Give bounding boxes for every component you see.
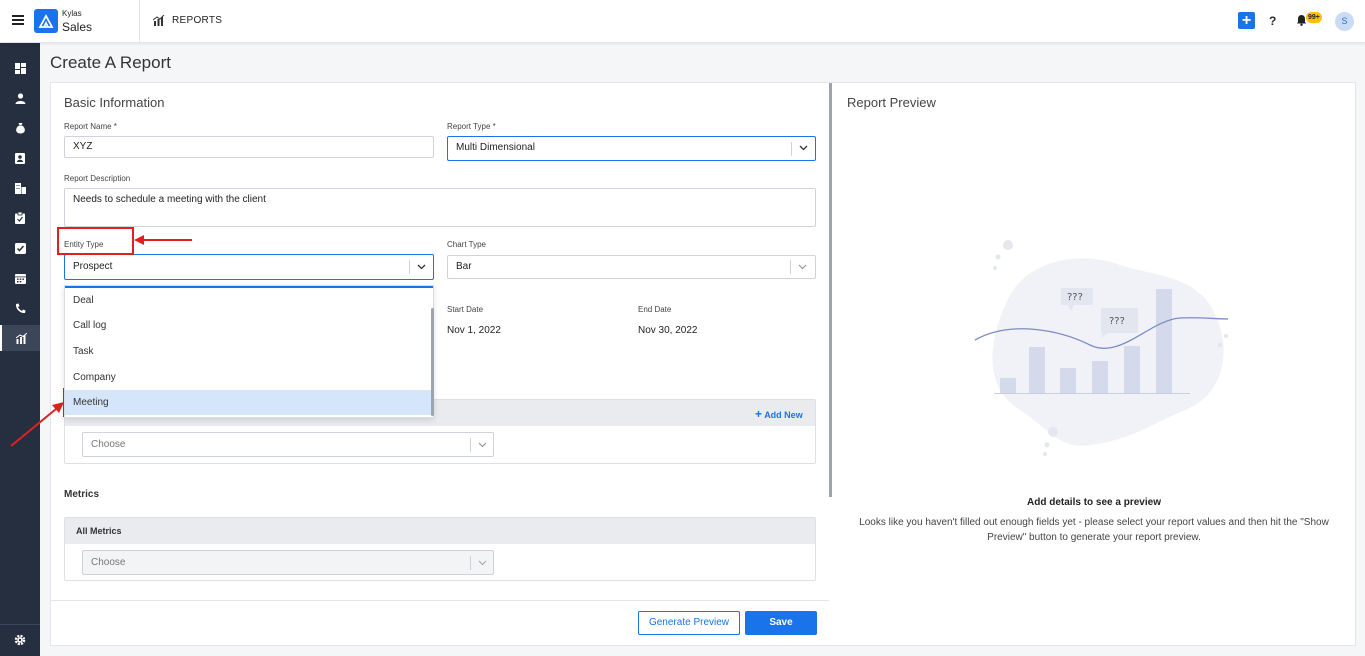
start-date-value[interactable]: Nov 1, 2022 — [447, 325, 501, 336]
brand-main: Sales — [62, 20, 93, 34]
add-new-label: Add New — [764, 410, 803, 420]
dropdown-option-company[interactable]: Company — [65, 365, 431, 390]
metrics-title: Metrics — [64, 489, 100, 500]
checkbox-icon — [14, 242, 26, 254]
dimension-select-placeholder: Choose — [91, 439, 126, 450]
plus-icon: + — [755, 407, 763, 421]
report-type-label: Report Type * — [447, 122, 496, 131]
all-metrics-title: All Metrics — [76, 526, 122, 536]
kylas-logo — [34, 9, 58, 33]
sidebar-item-calls[interactable] — [0, 295, 40, 321]
chevron-down-icon — [799, 145, 808, 151]
quick-add-button[interactable]: + — [1238, 12, 1255, 29]
dropdown-option-call-log[interactable]: Call log — [65, 313, 431, 338]
gear-icon — [14, 634, 26, 646]
select-separator — [470, 438, 471, 452]
sidebar-item-tasks[interactable] — [0, 235, 40, 261]
dashboard-icon — [14, 62, 26, 74]
report-description-label: Report Description — [64, 174, 131, 183]
chevron-down-icon — [417, 264, 426, 270]
chevron-down-icon — [478, 560, 487, 566]
sidebar-separator — [0, 624, 40, 625]
basic-information-title: Basic Information — [64, 95, 165, 110]
dropdown-option-meeting[interactable]: Meeting — [65, 390, 431, 415]
sidebar-item-companies[interactable] — [0, 175, 40, 201]
metric-select-placeholder: Choose — [91, 557, 126, 568]
building-icon — [14, 182, 26, 194]
report-type-value: Multi Dimensional — [456, 142, 535, 153]
sidebar-item-dashboard[interactable] — [0, 55, 40, 81]
notification-badge: 99+ — [1306, 12, 1322, 23]
question-bubble-2: ??? — [1109, 316, 1125, 327]
annotation-arrow-left — [134, 235, 192, 245]
chart-type-value: Bar — [456, 261, 472, 272]
dropdown-option-task[interactable]: Task — [65, 339, 431, 364]
metrics-box-header — [65, 518, 815, 544]
empty-chart-illustration: ??? ??? — [974, 240, 1229, 456]
entity-type-value: Prospect — [73, 261, 113, 272]
end-date-value[interactable]: Nov 30, 2022 — [638, 325, 698, 336]
panel-scrollbar[interactable] — [829, 83, 832, 497]
sidebar-item-leads[interactable] — [0, 85, 40, 111]
metric-select[interactable]: Choose — [82, 550, 494, 575]
entity-type-dropdown: Deal Call log Task Company Meeting — [64, 285, 434, 418]
brand-top: Kylas — [62, 9, 82, 18]
clipboard-icon — [15, 212, 25, 224]
money-bag-icon — [15, 123, 25, 134]
preview-empty-description: Looks like you haven't filled out enough… — [859, 517, 1329, 543]
annotation-box-entity-type — [57, 227, 134, 255]
chart-type-label: Chart Type — [447, 240, 486, 249]
select-separator — [790, 260, 791, 274]
reports-chart-icon — [153, 15, 165, 26]
annotation-arrow-diagonal — [10, 402, 64, 447]
add-new-button[interactable]: + Add New — [755, 407, 803, 421]
top-bar: Kylas Sales REPORTS + ? 99+ S — [0, 0, 1365, 43]
footer-divider — [51, 600, 829, 601]
report-preview-title: Report Preview — [847, 95, 936, 110]
end-date-label: End Date — [638, 305, 672, 314]
avatar[interactable]: S — [1335, 12, 1354, 31]
save-button[interactable]: Save — [745, 611, 817, 635]
hamburger-menu-icon[interactable] — [12, 15, 24, 25]
report-description-input[interactable]: Needs to schedule a meeting with the cli… — [64, 188, 816, 227]
dimension-select[interactable]: Choose — [82, 432, 494, 457]
dropdown-option-deal[interactable]: Deal — [65, 288, 431, 313]
select-separator — [791, 142, 792, 156]
top-divider — [139, 0, 140, 43]
start-date-label: Start Date — [447, 305, 484, 314]
sidebar-item-deals[interactable] — [0, 115, 40, 141]
reports-icon — [15, 332, 27, 344]
sidebar-item-contacts[interactable] — [0, 145, 40, 171]
question-bubble-1: ??? — [1067, 292, 1083, 303]
preview-empty-title: Add details to see a preview — [1027, 497, 1161, 508]
chevron-down-icon — [478, 442, 487, 448]
chart-type-select[interactable]: Bar — [447, 255, 816, 279]
metrics-box: All Metrics Choose — [64, 517, 816, 581]
sidebar-item-reports[interactable] — [0, 325, 40, 351]
sidebar-item-tasks-clipboard[interactable] — [0, 205, 40, 231]
sidebar-item-settings[interactable] — [0, 627, 40, 653]
entity-type-select[interactable]: Prospect — [64, 254, 434, 280]
user-icon — [15, 92, 25, 104]
sidebar — [0, 43, 40, 656]
chevron-down-icon — [798, 264, 807, 270]
contact-card-icon — [15, 152, 25, 164]
sidebar-item-meetings[interactable] — [0, 265, 40, 291]
phone-icon — [15, 303, 25, 313]
report-name-input[interactable]: XYZ — [64, 136, 434, 158]
report-type-select[interactable]: Multi Dimensional — [447, 136, 816, 161]
help-icon[interactable]: ? — [1269, 14, 1276, 28]
module-title: REPORTS — [172, 15, 223, 26]
calendar-icon — [14, 273, 26, 284]
select-separator — [409, 260, 410, 274]
generate-preview-button[interactable]: Generate Preview — [638, 611, 740, 635]
page-title: Create A Report — [50, 53, 171, 72]
select-separator — [470, 556, 471, 570]
report-name-label: Report Name * — [64, 122, 117, 131]
dropdown-scrollbar[interactable] — [431, 308, 434, 416]
